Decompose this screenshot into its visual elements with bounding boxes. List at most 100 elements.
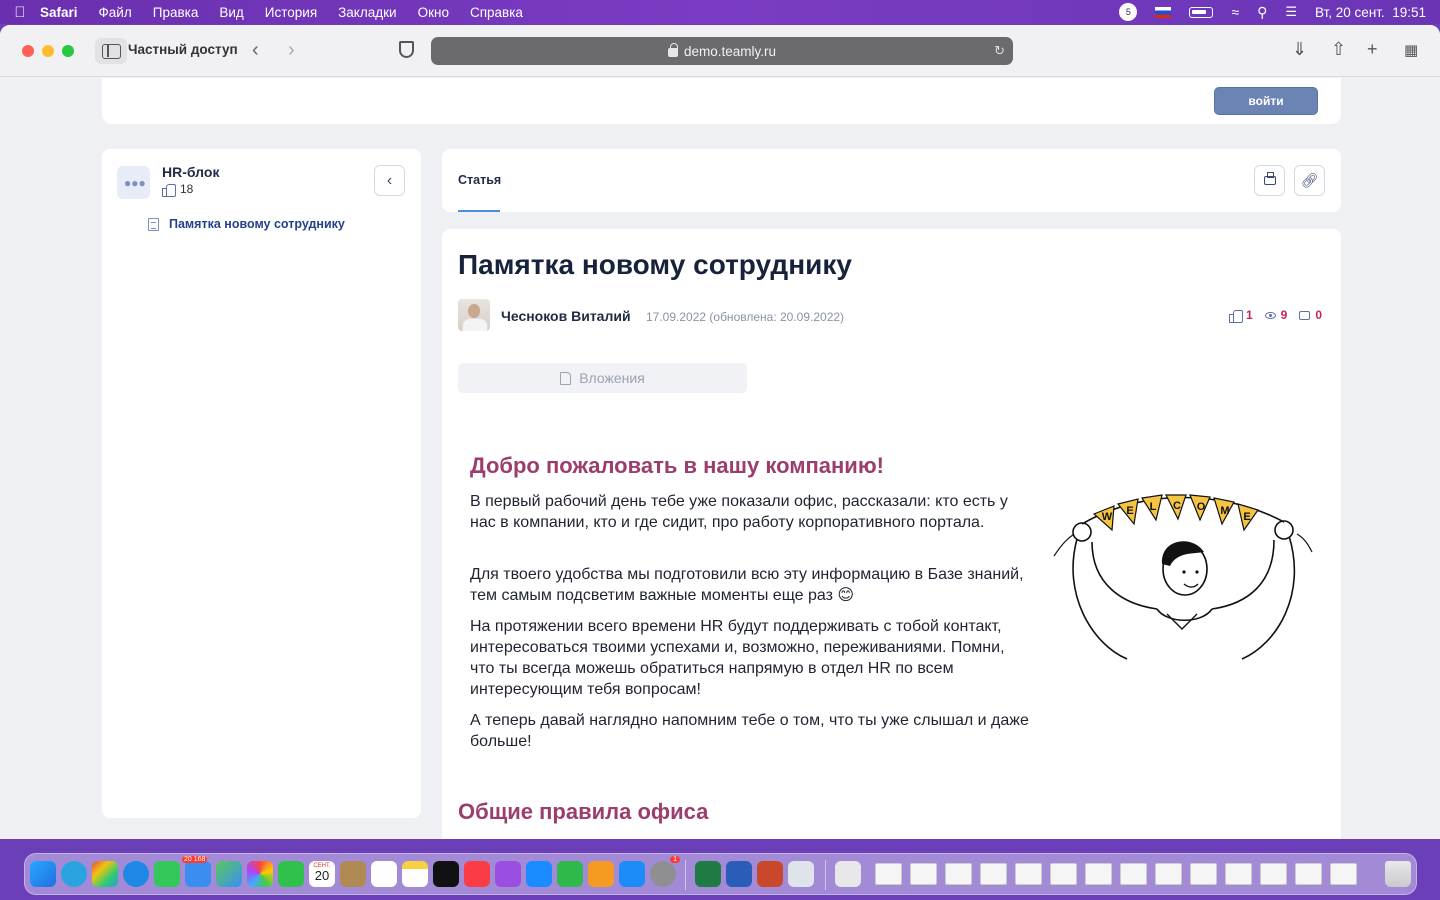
calendar-icon[interactable]: СЕНТ. 20 [309, 861, 335, 887]
minimized-window-thumbnail[interactable] [1225, 863, 1252, 885]
link-icon: 🔗︎ [1300, 172, 1319, 188]
battery-icon[interactable] [1189, 6, 1214, 18]
copy-link-button[interactable]: 🔗︎ [1294, 165, 1325, 196]
banner-letter: O [1197, 501, 1206, 513]
menu-history[interactable]: История [265, 5, 317, 20]
back-arrow-icon[interactable]: ‹ [252, 39, 259, 62]
podcasts-icon[interactable] [495, 861, 521, 887]
numbers-icon[interactable] [557, 861, 583, 887]
article-tabs: Статья 🔗︎ [442, 149, 1341, 212]
space-sidebar: ●●● HR-блок 18 ‹ Памятка новому сотрудни… [102, 149, 421, 818]
article-paragraph: Для твоего удобства мы подготовили всю э… [470, 566, 1024, 604]
minimized-window-thumbnail[interactable] [1085, 863, 1112, 885]
tab-article[interactable]: Статья [458, 173, 501, 187]
likes-stat[interactable]: 1 [1228, 308, 1253, 323]
site-header: войти [102, 78, 1341, 124]
minimized-window-thumbnail[interactable] [875, 863, 902, 885]
minimized-window-thumbnail[interactable] [910, 863, 937, 885]
attachments-button[interactable]: Вложения [458, 363, 747, 393]
zoom-window-button[interactable] [62, 45, 74, 57]
space-avatar[interactable]: ●●● [117, 166, 150, 199]
new-tab-icon[interactable]: + [1367, 39, 1378, 60]
dock-separator [685, 860, 686, 890]
minimized-window-thumbnail[interactable] [1015, 863, 1042, 885]
comments-stat[interactable]: 0 [1299, 308, 1322, 322]
music-icon[interactable] [464, 861, 490, 887]
apple-tv-icon[interactable] [433, 861, 459, 887]
notification-badge-icon[interactable]: 5 [1119, 3, 1138, 21]
apple-icon[interactable]:  [0, 4, 40, 21]
menu-app-name[interactable]: Safari [40, 5, 78, 20]
forward-arrow-icon[interactable]: › [288, 39, 295, 62]
finder-icon[interactable] [30, 861, 56, 887]
control-center-icon[interactable]: ☰ [1285, 4, 1297, 20]
tree-item-label: Памятка новому сотруднику [169, 217, 345, 231]
address-bar[interactable]: demo.teamly.ru ↻ [431, 37, 1013, 65]
menu-file[interactable]: Файл [99, 5, 132, 20]
minimize-window-button[interactable] [42, 45, 54, 57]
tree-item-article[interactable]: Памятка новому сотруднику [148, 217, 345, 231]
article-content: Памятка новому сотруднику Чесноков Витал… [442, 229, 1341, 839]
notes-icon[interactable] [402, 861, 428, 887]
menu-help[interactable]: Справка [470, 5, 523, 20]
minimized-window-thumbnail[interactable] [1260, 863, 1287, 885]
article-paragraph: На протяжении всего времени HR будут под… [470, 618, 1005, 698]
minimized-window-thumbnail[interactable] [1190, 863, 1217, 885]
powerpoint-icon[interactable] [757, 861, 783, 887]
downloads-icon[interactable]: ⇓ [1292, 39, 1307, 60]
document-icon [148, 217, 159, 231]
menu-bookmarks[interactable]: Закладки [338, 5, 396, 20]
facetime-icon[interactable] [278, 861, 304, 887]
menu-view[interactable]: Вид [219, 5, 243, 20]
author-avatar[interactable] [458, 299, 490, 331]
space-likes[interactable]: 18 [162, 182, 193, 197]
print-button[interactable] [1254, 165, 1285, 196]
login-button[interactable]: войти [1214, 87, 1318, 115]
minimized-window-thumbnail[interactable] [1155, 863, 1182, 885]
reload-icon[interactable]: ↻ [994, 43, 1005, 59]
private-browsing-label[interactable]: Частный доступ [128, 42, 238, 57]
documents-stack-icon[interactable] [835, 861, 861, 887]
menu-window[interactable]: Окно [418, 5, 449, 20]
banner-letter: E [1126, 505, 1133, 517]
minimized-window-thumbnail[interactable] [1050, 863, 1077, 885]
share-icon[interactable]: ⇧ [1331, 39, 1346, 60]
space-title[interactable]: HR-блок [162, 164, 219, 180]
wifi-icon[interactable]: ≈ [1231, 4, 1239, 20]
maps-icon[interactable] [216, 861, 242, 887]
privacy-shield-icon[interactable] [399, 41, 414, 58]
app-store-icon[interactable] [619, 861, 645, 887]
tab-overview-icon[interactable]: ▦ [1404, 41, 1418, 59]
excel-icon[interactable] [695, 861, 721, 887]
safari-icon[interactable] [123, 861, 149, 887]
telegram-icon[interactable] [61, 861, 87, 887]
menu-edit[interactable]: Правка [153, 5, 199, 20]
word-icon[interactable] [726, 861, 752, 887]
author-name[interactable]: Чесноков Виталий [501, 308, 631, 324]
dock: 20 168 СЕНТ. 20 1 [24, 853, 1417, 895]
minimized-window-thumbnail[interactable] [980, 863, 1007, 885]
system-settings-icon[interactable]: 1 [650, 856, 680, 887]
minimized-window-thumbnail[interactable] [945, 863, 972, 885]
keynote-icon[interactable] [526, 861, 552, 887]
messages-icon[interactable] [154, 861, 180, 887]
pages-icon[interactable] [588, 861, 614, 887]
reminders-icon[interactable] [371, 861, 397, 887]
photos-icon[interactable] [247, 861, 273, 887]
close-window-button[interactable] [22, 45, 34, 57]
thumbs-up-icon [1228, 309, 1243, 323]
collapse-sidebar-button[interactable]: ‹ [374, 165, 405, 196]
mail-icon[interactable]: 20 168 [182, 856, 211, 887]
spotlight-search-icon[interactable]: ⚲ [1257, 4, 1267, 21]
minimized-window-thumbnail[interactable] [1295, 863, 1322, 885]
minimized-window-thumbnail[interactable] [1120, 863, 1147, 885]
menubar-clock[interactable]: Вт, 20 сент. 19:51 [1315, 5, 1426, 20]
trash-icon[interactable] [1385, 861, 1411, 887]
contacts-icon[interactable] [340, 861, 366, 887]
launchpad-icon[interactable] [92, 861, 118, 887]
minimized-window-thumbnail[interactable] [1330, 863, 1357, 885]
sidebar-toggle-icon[interactable] [95, 38, 127, 64]
people-icon: ●●● [124, 176, 146, 190]
preview-icon[interactable] [788, 861, 814, 887]
input-language-flag-icon[interactable] [1155, 6, 1172, 18]
